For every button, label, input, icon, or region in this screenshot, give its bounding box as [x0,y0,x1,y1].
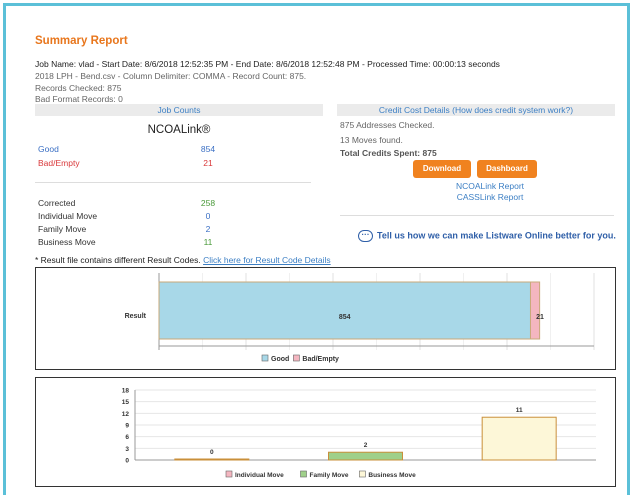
moves-found: 13 Moves found. [340,135,403,145]
bar-individual-move [174,458,250,461]
count-label: Individual Move [38,211,98,221]
category-label: Result [125,313,147,320]
credit-cost-header: Credit Cost Details (How does credit sys… [337,104,615,116]
count-row: Business Move 11 [38,237,298,248]
count-row: Individual Move 0 [38,211,298,222]
tick-label: 15 [122,399,130,406]
product-name: NCOALink® [147,124,211,136]
divider [340,215,614,216]
bar-family-move [328,451,403,461]
legend-swatch [293,354,300,362]
result-code-note: * Result file contains different Result … [35,255,331,265]
legend-label: Individual Move [235,472,284,479]
bar-bad-empty [529,281,541,340]
divider [35,182,311,183]
casslink-report-link[interactable]: CASSLink Report [440,192,540,202]
data-label: 2 [364,442,368,449]
note-text: * Result file contains different Result … [35,255,201,265]
feedback-text: Tell us how we can make Listware Online … [377,230,616,241]
count-row: Family Move 2 [38,224,298,235]
result-code-details-link[interactable]: Click here for Result Code Details [203,255,331,265]
total-credits: Total Credits Spent: 875 [340,148,437,158]
addresses-checked: 875 Addresses Checked. [340,120,435,130]
bad-format-records: Bad Format Records: 0 [35,94,123,104]
count-value: 258 [200,198,216,208]
credit-cost-title: Credit Cost Details [378,105,450,115]
data-label: 21 [536,314,544,321]
count-row: Bad/Empty 21 [38,158,298,169]
count-label: Corrected [38,198,76,208]
result-chart-container: Result 854 21 Good Bad/Empty [35,267,616,370]
moves-chart: 0 3 6 9 12 15 18 0 2 11 Individual Move Family Move… [122,388,596,479]
job-counts-header: Job Counts [35,104,323,116]
legend-label: Business Move [368,472,416,479]
count-value: 0 [205,211,211,221]
count-label: Bad/Empty [38,158,80,168]
chat-icon: ··· [358,230,373,242]
tick-label: 3 [125,446,129,453]
feedback-link[interactable]: ··· Tell us how we can make Listware Onli… [358,230,616,242]
file-info-line: 2018 LPH - Bend.csv - Column Delimiter: … [35,71,307,81]
result-chart: Result 854 21 Good Bad/Empty [125,273,595,363]
legend-swatch [359,470,366,478]
legend-swatch [225,470,233,478]
bar-good [158,281,531,340]
download-button[interactable]: Download [413,160,471,178]
count-row: Good 854 [38,144,298,155]
dashboard-button[interactable]: Dashboard [477,160,537,178]
legend-swatch [261,354,269,362]
count-value: 21 [203,158,213,168]
count-label: Good [38,144,59,154]
data-label: 0 [210,449,214,456]
data-label: 854 [339,314,351,321]
legend-label: Bad/Empty [302,356,339,363]
count-row: Corrected 258 [38,198,298,209]
records-checked: Records Checked: 875 [35,83,122,93]
moves-chart-container: 0 3 6 9 12 15 18 0 2 11 Individual Move Family Move… [35,377,616,487]
tick-label: 9 [125,423,129,430]
tick-label: 12 [122,411,130,418]
bar-business-move [481,416,557,461]
legend-label: Family Move [310,472,349,479]
count-label: Family Move [38,224,87,234]
count-value: 2 [205,224,211,234]
count-label: Business Move [38,237,96,247]
count-value: 11 [203,237,213,247]
legend-swatch [300,470,307,478]
job-info-line: Job Name: vlad - Start Date: 8/6/2018 12… [35,59,500,69]
tick-label: 18 [122,388,130,395]
ncoalink-report-link[interactable]: NCOALink Report [440,181,540,191]
tick-label: 6 [125,434,129,441]
credit-system-help-link[interactable]: (How does credit system work?) [452,105,573,115]
data-label: 11 [516,407,523,414]
count-value: 854 [200,144,216,154]
legend-label: Good [271,356,289,363]
page-title: Summary Report [35,35,128,47]
tick-label: 0 [125,458,129,465]
